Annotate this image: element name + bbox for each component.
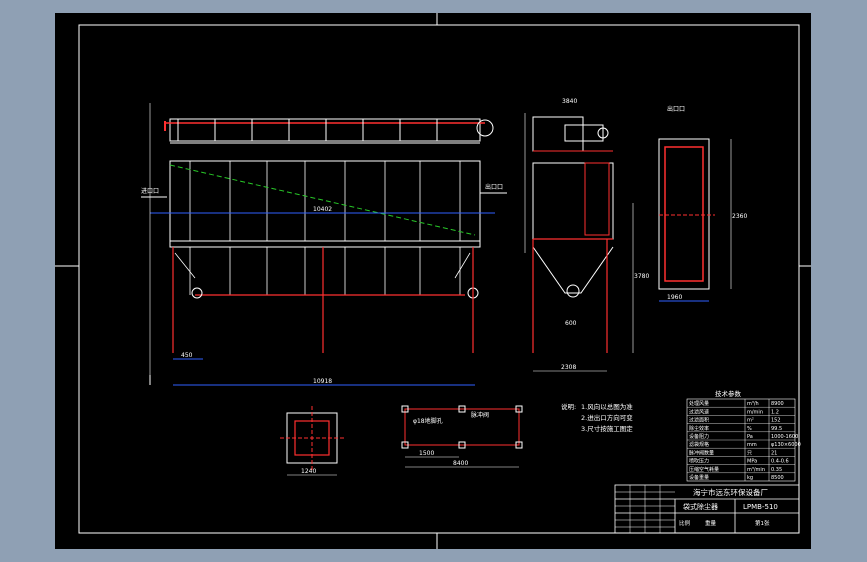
tech-table-cell: MPa — [747, 459, 757, 465]
notes: 说明: 1.风向以总图为准 2.进出口方向可变 3.尺寸按施工图定 — [561, 402, 633, 433]
dim-flange-pitch: 1500 — [419, 450, 434, 457]
dim-total: 10918 — [313, 378, 332, 385]
drawing-name: 袋式除尘器 — [683, 502, 718, 511]
tech-table-cell: mm — [747, 442, 757, 448]
outlet-label: 出口口 — [485, 183, 503, 191]
tech-table-cell: 设备阻力 — [689, 433, 709, 440]
tech-table-cell: 喷吹压力 — [689, 458, 709, 465]
tech-table-cell: 除尘效率 — [689, 425, 709, 432]
tech-table-cell: 脉冲阀数量 — [689, 449, 714, 456]
dim-plan-depth: 2360 — [732, 213, 747, 220]
scale-label: 比例 — [679, 519, 691, 527]
tech-table-cell: 1.2 — [771, 409, 779, 415]
sheet-label: 第1张 — [755, 519, 770, 527]
top-outlet-label: 出口口 — [667, 105, 685, 113]
notes-line2: 2.进出口方向可变 — [581, 413, 633, 422]
tech-table-cell: Pa — [747, 434, 753, 440]
tech-table-cell: 处理风量 — [689, 400, 709, 407]
tech-table-cell: 0.35 — [771, 467, 782, 473]
dim-small: 600 — [565, 320, 577, 327]
anchor-note: φ18地脚孔 — [413, 417, 443, 425]
notes-title: 说明: — [561, 402, 576, 411]
drawing-number: LPMB-510 — [743, 503, 778, 511]
tech-table-cell: 0.4-0.6 — [771, 459, 789, 465]
side-access-door — [584, 162, 610, 236]
side-view: 3780 2308 600 3840 — [524, 98, 649, 372]
plan-view: 出口口 2360 1960 — [658, 105, 747, 302]
side-hopper — [532, 246, 614, 294]
dim-side-width: 2308 — [561, 364, 576, 371]
drawing-sheet: 10402 进口口 出口口 450 10918 3780 2308 600 38… — [55, 13, 811, 549]
outlet-duct — [564, 124, 604, 142]
dim-plan-width: 1960 — [667, 294, 682, 301]
tech-table-cell: kg — [747, 475, 753, 481]
company-name: 海宁市远东环保设备厂 — [693, 487, 768, 497]
tech-table-cell: φ130×6000 — [771, 442, 801, 448]
flange-detail: 1240 — [280, 406, 345, 476]
section-line — [169, 164, 476, 236]
casing-panels — [189, 161, 461, 241]
tech-table-cell: m/min — [747, 409, 763, 415]
tech-table-cell: m² — [747, 418, 754, 424]
dim-flange: 1240 — [301, 468, 316, 475]
tech-table-cell: 设备重量 — [689, 474, 709, 481]
dim-height: 3780 — [634, 273, 649, 280]
tech-table-cell: 152 — [771, 418, 781, 424]
tech-table-cell: m³/h — [747, 401, 759, 407]
filter-casing — [169, 160, 481, 242]
notes-line1: 1.风向以总图为准 — [581, 402, 633, 411]
valve-note: 脉冲阀 — [471, 411, 489, 419]
support-legs — [172, 247, 474, 353]
tech-table-cell: 压缩空气耗量 — [689, 466, 719, 473]
tech-table-cell: 只 — [747, 450, 752, 456]
front-view: 10402 进口口 出口口 450 10918 — [141, 103, 507, 386]
notes-line3: 3.尺寸按施工图定 — [581, 424, 633, 433]
tech-table-cell: 过滤风速 — [689, 408, 709, 415]
tech-table-cell: 8900 — [771, 401, 784, 407]
tech-table-cell: % — [747, 426, 752, 432]
tech-table-cell: 滤袋规格 — [689, 441, 709, 448]
tech-table-cell: 99.5 — [771, 426, 782, 432]
dim-c: 8400 — [453, 460, 468, 467]
anchor-bolts — [401, 405, 523, 449]
plan-outline — [658, 138, 710, 290]
tech-table-cell: 过滤面积 — [689, 417, 709, 424]
cad-drawing: 10402 进口口 出口口 450 10918 3780 2308 600 38… — [55, 13, 811, 549]
side-casing — [532, 162, 614, 240]
anchor-plan: φ18地脚孔 脉冲阀 1500 8400 — [401, 405, 523, 468]
anchor-outline — [404, 408, 520, 446]
dim-a: 450 — [181, 352, 193, 359]
tech-table-cell: 1000-1600 — [771, 434, 798, 440]
dim-b: 3840 — [562, 98, 577, 105]
weight-label: 重量 — [705, 519, 717, 527]
dim-span-inner: 10402 — [313, 206, 332, 213]
tech-table-cell: 21 — [771, 450, 777, 456]
tech-table-rows: 处理风量 m³/h 8900 过滤风速 m/min 1.2 过滤面积 m² 152 除尘效率% 99… — [686, 398, 801, 482]
tech-table-cell: m³/min — [747, 467, 765, 473]
tech-table-cell: 8500 — [771, 475, 784, 481]
tech-table-title: 技术参数 — [715, 389, 742, 398]
tech-table: 技术参数 处理风量 m³/h 8900 过滤风速 m/min 1.2 过滤面积 m² 152 除尘… — [686, 389, 801, 482]
